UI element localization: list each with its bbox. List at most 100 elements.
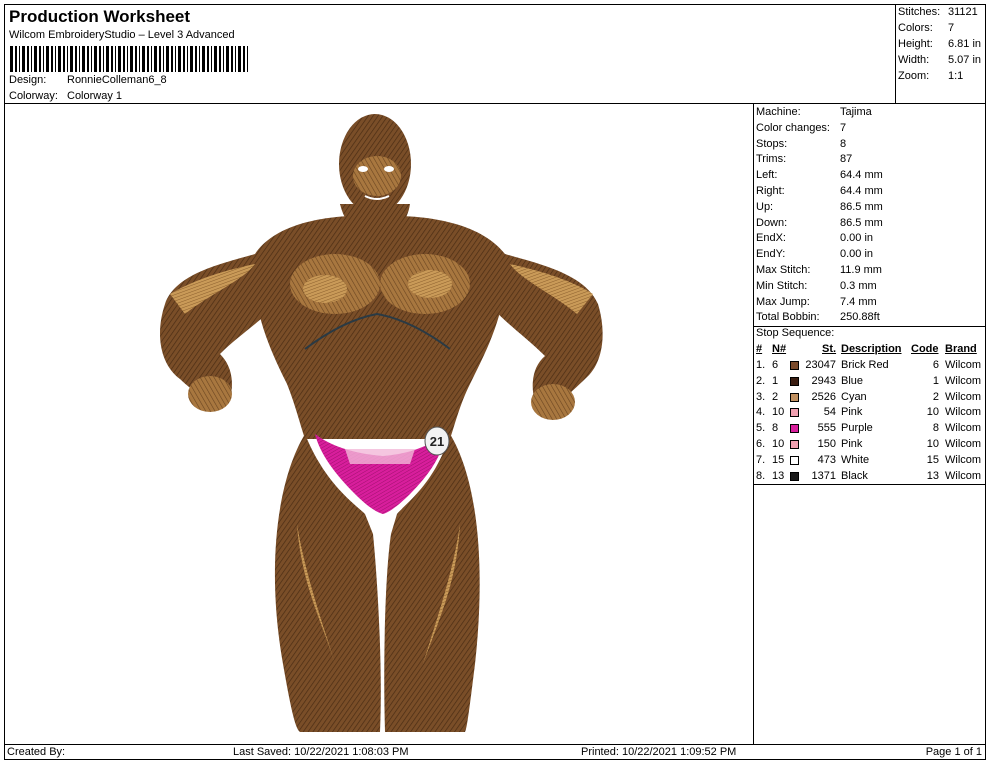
cell-num: 5.: [756, 422, 766, 435]
page-number: Page 1 of 1: [925, 746, 982, 758]
barcode-bar: [142, 46, 145, 72]
barcode-bar: [123, 46, 125, 72]
barcode-bar: [87, 46, 89, 72]
barcode-bar: [127, 46, 128, 72]
barcode-bar: [171, 46, 173, 72]
colorway-value: Colorway 1: [67, 90, 123, 102]
cell-needle: 10: [772, 438, 785, 450]
color-swatch: [790, 376, 799, 386]
info-value: 64.4 mm: [840, 169, 883, 182]
info-value: 86.5 mm: [840, 216, 883, 229]
info-label: Trims:: [756, 153, 787, 166]
cell-stitches: 23047: [805, 359, 836, 371]
info-label: EndX:: [756, 232, 786, 245]
cell-stitches: 2943: [811, 374, 836, 387]
cell-stitches: 555: [817, 422, 836, 435]
barcode-bar: [82, 46, 85, 72]
col-header-stitches: St.: [822, 343, 837, 355]
created-by: Created By:: [7, 746, 66, 758]
info-label: EndY:: [756, 248, 786, 261]
machine-info-row: Left: 64.4 mm: [756, 168, 883, 183]
barcode-bar: [226, 46, 229, 72]
machine-info-row: EndY: 0.00 in: [756, 247, 873, 262]
cell-needle: 13: [772, 469, 785, 482]
colorway-label: Colorway:: [9, 90, 58, 102]
badge-number: 21: [430, 434, 444, 449]
table-row: 3. 2 2526 Cyan 2 Wilcom: [754, 390, 987, 405]
info-label: Right:: [756, 185, 785, 197]
cell-num: 3.: [756, 390, 766, 403]
cell-num: 7.: [756, 453, 766, 466]
last-saved: Last Saved: 10/22/2021 1:08:03 PM: [233, 746, 409, 758]
cell-code: 2: [932, 390, 939, 403]
barcode-bar: [199, 46, 200, 72]
stat-width: Width: 5.07 in: [898, 54, 982, 66]
barcode-bar: [130, 46, 133, 72]
barcode-bar: [70, 46, 73, 72]
cell-needle: 15: [772, 453, 785, 466]
info-label: Stops:: [756, 137, 788, 150]
cell-description: Black: [841, 469, 868, 482]
cell-needle: 8: [772, 422, 779, 435]
info-label: Color changes:: [756, 121, 830, 134]
table-row: 7. 15 473 White 15 Wilcom: [754, 453, 987, 468]
design-field: Design: RonnieColleman6_8: [9, 74, 167, 86]
info-value: 250.88ft: [840, 311, 880, 324]
table-row: 8. 13 1371 Black 13 Wilcom: [754, 469, 987, 484]
embroidery-design: 21: [160, 114, 603, 732]
barcode-bar: [154, 46, 157, 72]
barcode-bar: [219, 46, 221, 72]
barcode-bar: [247, 46, 248, 72]
cell-needle: 10: [772, 406, 785, 419]
cell-needle: 2: [772, 390, 779, 403]
barcode-bar: [195, 46, 197, 72]
cell-description: Brick Red: [841, 359, 889, 371]
barcode-bar: [175, 46, 176, 72]
info-value: 0.3 mm: [840, 279, 877, 292]
barcode-bar: [39, 46, 41, 72]
cell-description: White: [841, 453, 870, 466]
stats-panel: Stitches: 31121 Colors: 7 Height: 6.81 in W…: [895, 4, 986, 104]
machine-info-row: Down: 86.5 mm: [756, 216, 883, 231]
barcode-bar: [34, 46, 37, 72]
barcode-bar: [207, 46, 209, 72]
barcode-bar: [118, 46, 121, 72]
info-value: 8: [840, 137, 847, 150]
machine-info-row: Max Jump: 7.4 mm: [756, 295, 877, 310]
col-header-brand: Brand: [945, 343, 977, 355]
barcode-bar: [115, 46, 116, 72]
barcode-bar: [111, 46, 113, 72]
barcode-bar: [103, 46, 104, 72]
stat-zoom: Zoom: 1:1: [898, 70, 964, 82]
machine-info-row: Stops: 8: [756, 137, 846, 152]
machine-info-row: Max Stitch: 11.9 mm: [756, 263, 882, 278]
software-subtitle: Wilcom EmbroideryStudio – Level 3 Advanc…: [9, 29, 235, 41]
info-value: 64.4 mm: [840, 185, 883, 197]
table-row: 2. 1 2943 Blue 1 Wilcom: [754, 374, 987, 389]
cell-brand: Wilcom: [945, 390, 982, 403]
stat-colors: Colors: 7: [898, 22, 955, 34]
barcode-bar: [51, 46, 53, 72]
cell-stitches: 150: [817, 438, 836, 450]
stop-sequence-title: Stop Sequence:: [756, 327, 835, 339]
info-label: Machine:: [756, 106, 801, 118]
head-shape: [339, 114, 411, 236]
machine-info-panel: Machine: Tajima Color changes: 7 Stops: 8 Trim…: [753, 103, 986, 745]
divider: [754, 484, 985, 485]
cell-brand: Wilcom: [945, 422, 982, 435]
table-row: 6. 10 150 Pink 10 Wilcom: [754, 437, 987, 452]
machine-info-row: Up: 86.5 mm: [756, 200, 883, 215]
barcode-bar: [235, 46, 236, 72]
barcode-bar: [10, 46, 13, 72]
barcode-bar: [147, 46, 149, 72]
barcode-bar: [43, 46, 44, 72]
barcode-bar: [67, 46, 68, 72]
design-label: Design:: [9, 74, 47, 86]
cell-num: 6.: [756, 438, 766, 450]
cell-needle: 1: [772, 374, 779, 387]
machine-info-row: Machine: Tajima: [756, 105, 872, 120]
barcode-bar: [79, 46, 80, 72]
cell-brand: Wilcom: [945, 469, 982, 482]
cell-brand: Wilcom: [945, 406, 982, 419]
info-value: 11.9 mm: [840, 264, 882, 276]
